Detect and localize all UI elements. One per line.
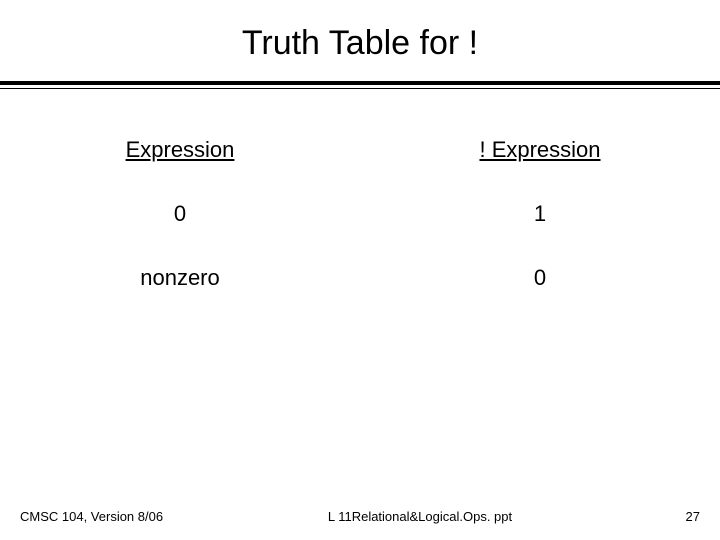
footer-course: CMSC 104, Version 8/06	[20, 509, 200, 524]
footer-filename: L 11Relational&Logical.Ops. ppt	[200, 509, 640, 524]
table-header-row: Expression ! Expression	[0, 137, 720, 163]
rule-thick	[0, 81, 720, 85]
table-cell-left: nonzero	[0, 265, 360, 291]
footer: CMSC 104, Version 8/06 L 11Relational&Lo…	[0, 509, 720, 524]
title-rule	[0, 81, 720, 89]
table-cell-right: 0	[360, 265, 720, 291]
table-header-right: ! Expression	[360, 137, 720, 163]
table-row: nonzero 0	[0, 265, 720, 291]
slide-title: Truth Table for !	[0, 0, 720, 81]
content-area: Expression ! Expression 0 1 nonzero 0	[0, 89, 720, 291]
table-row: 0 1	[0, 201, 720, 227]
table-cell-right: 1	[360, 201, 720, 227]
footer-page-number: 27	[640, 509, 700, 524]
slide: Truth Table for ! Expression ! Expressio…	[0, 0, 720, 540]
table-cell-left: 0	[0, 201, 360, 227]
table-header-left: Expression	[0, 137, 360, 163]
